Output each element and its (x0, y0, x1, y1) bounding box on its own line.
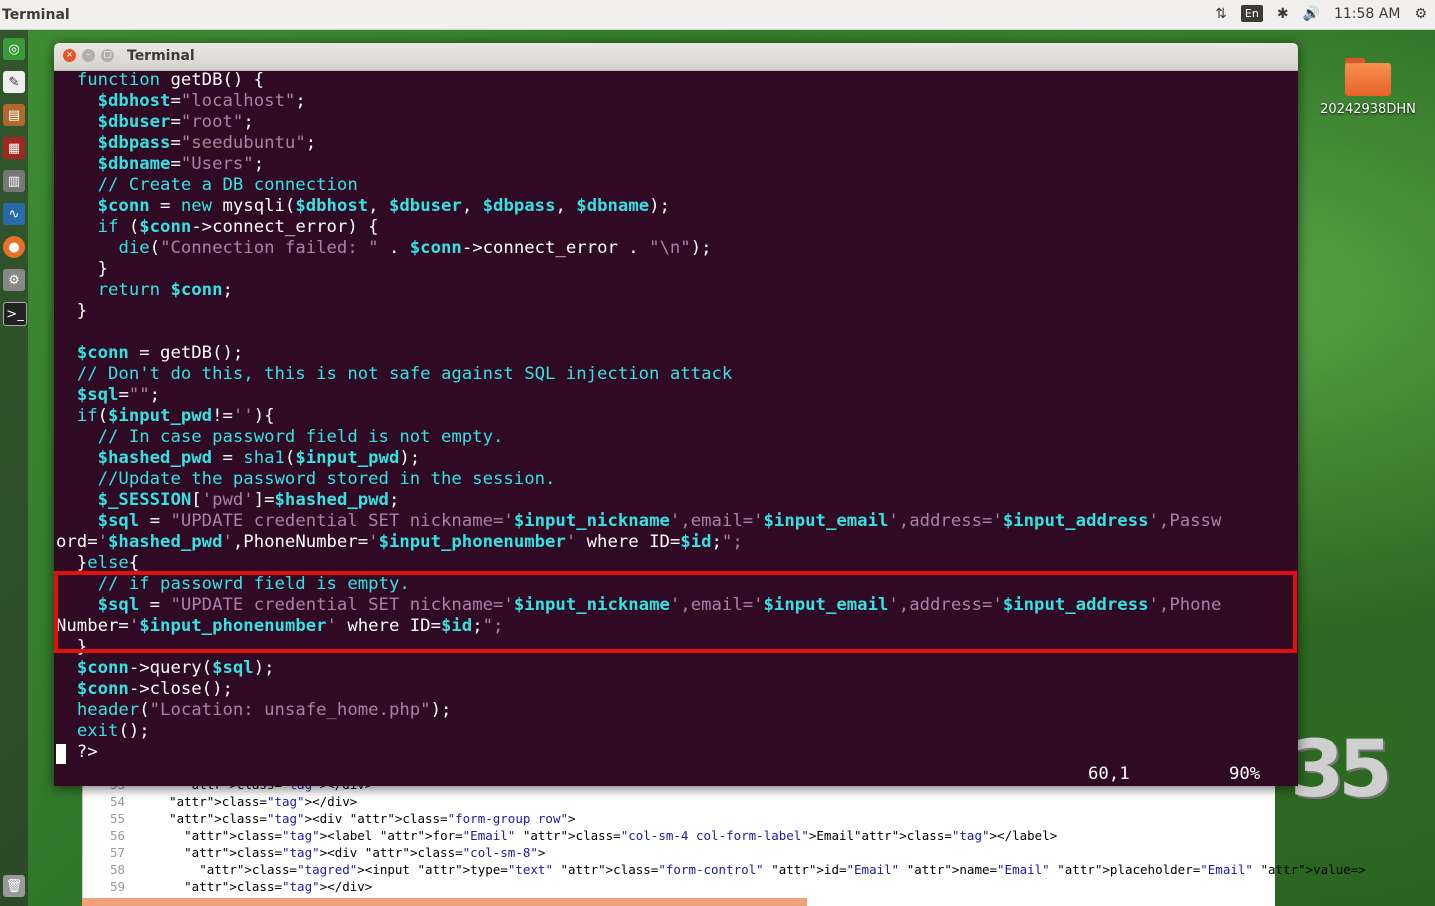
trash-icon[interactable]: 🗑 (3, 875, 25, 897)
close-button[interactable]: × (63, 49, 76, 62)
code-line: exit(); (76, 721, 150, 741)
scroll-percent: 90% (1229, 764, 1261, 784)
code-line: header("Location: unsafe_home.php"); (76, 700, 452, 720)
code-line: // Create a DB connection (97, 175, 358, 195)
clock[interactable]: 11:58 AM (1334, 6, 1400, 22)
desktop-folder[interactable]: 20242938DHN (1318, 58, 1418, 117)
code-line: if($input_pwd!=''){ (76, 406, 275, 426)
text-cursor (56, 744, 66, 764)
editor-line: 55 "attr">class="tag"><div "attr">class=… (83, 811, 1275, 828)
code-line: return $conn; (97, 280, 233, 300)
file-cabinet-icon[interactable]: ▥ (3, 170, 25, 192)
code-line: $sql = "UPDATE credential SET nickname='… (97, 595, 1222, 615)
code-line: $dbhost="localhost"; (97, 91, 306, 111)
line-number: 54 (109, 794, 125, 809)
network-icon[interactable]: ⇅ (1215, 6, 1227, 22)
code-line: $conn = new mysqli($dbhost, $dbuser, $db… (97, 196, 670, 216)
terminal-window: × – □ Terminal function getDB() { $dbhos… (54, 43, 1298, 786)
line-number: 55 (109, 811, 125, 826)
background-editor-window: 53 "attr">class="tag"></div>54 "attr">cl… (82, 777, 1366, 906)
code-line: Number='$input_phonenumber' where ID=$id… (56, 616, 504, 636)
code-line: // Don't do this, this is not safe again… (76, 364, 733, 384)
code-line: } (56, 301, 88, 321)
code-line: $sql = "UPDATE credential SET nickname='… (97, 511, 1222, 531)
terminal-body[interactable]: function getDB() { $dbhost="localhost"; … (54, 70, 1298, 786)
settings-gear-icon[interactable]: ⚙ (1414, 6, 1427, 22)
code-line: } (56, 637, 88, 657)
terminal-launcher-icon[interactable]: >_ (3, 302, 27, 326)
line-number: 59 (109, 879, 125, 894)
bluetooth-icon[interactable]: ✱ (1277, 6, 1289, 22)
terminal-title: Terminal (127, 48, 195, 64)
red-app-icon[interactable]: ▦ (3, 137, 25, 159)
code-line: $hashed_pwd = sha1($input_pwd); (97, 448, 421, 468)
line-number: 58 (109, 862, 125, 877)
code-line: function getDB() { (76, 70, 265, 90)
dash-home-icon[interactable]: ◎ (3, 38, 25, 60)
active-app-name: Terminal (2, 7, 70, 23)
indicator-area: ⇅ En ✱ 🔊 11:58 AM ⚙ (1215, 5, 1427, 22)
code-line: } (56, 259, 109, 279)
editor-line: 59 "attr">class="tag"></div> (83, 879, 1275, 896)
code-line: if ($conn->connect_error) { (97, 217, 379, 237)
editor-line: 58 "attr">class="tagred"><input "attr">t… (83, 862, 1366, 879)
top-panel: Terminal ⇅ En ✱ 🔊 11:58 AM ⚙ (0, 0, 1435, 30)
code-line: die("Connection failed: " . $conn->conne… (118, 238, 712, 258)
code-line: $_SESSION['pwd']=$hashed_pwd; (97, 490, 400, 510)
maximize-button[interactable]: □ (101, 49, 114, 62)
background-editor-scrollbar[interactable] (82, 898, 807, 906)
editor-line: 57 "attr">class="tag"><div "attr">class=… (83, 845, 1275, 862)
code-line: $conn->query($sql); (76, 658, 275, 678)
code-line: ord='$hashed_pwd',PhoneNumber='$input_ph… (56, 532, 743, 552)
folder-icon (1345, 58, 1391, 96)
keyboard-language-indicator[interactable]: En (1240, 5, 1263, 22)
code-line: // if passowrd field is empty. (97, 574, 410, 594)
code-line: $dbpass="seedubuntu"; (97, 133, 317, 153)
code-line: }else{ (56, 553, 140, 573)
code-line: //Update the password stored in the sess… (97, 469, 556, 489)
code-line: // In case password field is not empty. (97, 427, 504, 447)
firefox-icon[interactable]: ● (3, 236, 25, 258)
system-settings-icon[interactable]: ⚙ (3, 269, 25, 291)
line-number: 56 (109, 828, 125, 843)
monitor-chart-icon[interactable]: ∿ (3, 203, 25, 225)
code-line: $conn->close(); (76, 679, 233, 699)
volume-icon[interactable]: 🔊 (1303, 6, 1320, 22)
cursor-position: 60,1 (1088, 764, 1130, 784)
code-line: $dbuser="root"; (97, 112, 254, 132)
editor-line: 56 "attr">class="tag"><label "attr">for=… (83, 828, 1275, 845)
line-code: "attr">class="tag"><div "attr">class="fo… (169, 811, 576, 826)
minimize-button[interactable]: – (82, 49, 95, 62)
code-line: $sql=""; (76, 385, 161, 405)
code-line: $conn = getDB(); (76, 343, 244, 363)
line-code: "attr">class="tag"></div> (184, 879, 373, 894)
background-deco-text: 35 (1290, 725, 1393, 815)
code-line: $dbname="Users"; (97, 154, 265, 174)
text-editor-icon[interactable]: ✎ (3, 71, 25, 93)
line-code: "attr">class="tag"></div> (169, 794, 358, 809)
line-code: "attr">class="tag"><label "attr">for="Em… (184, 828, 1058, 843)
line-code: "attr">class="tag"><div "attr">class="co… (184, 845, 546, 860)
line-code: "attr">class="tagred"><input "attr">type… (199, 862, 1366, 877)
terminal-titlebar[interactable]: × – □ Terminal (54, 43, 1298, 71)
folder-label: 20242938DHN (1320, 102, 1416, 117)
wireshark-icon[interactable]: ▤ (3, 104, 25, 126)
line-number: 57 (109, 845, 125, 860)
launcher: ◎ ✎ ▤ ▦ ▥ ∿ ● ⚙ >_ 🗑 (0, 30, 28, 906)
editor-line: 54 "attr">class="tag"></div> (83, 794, 1275, 811)
